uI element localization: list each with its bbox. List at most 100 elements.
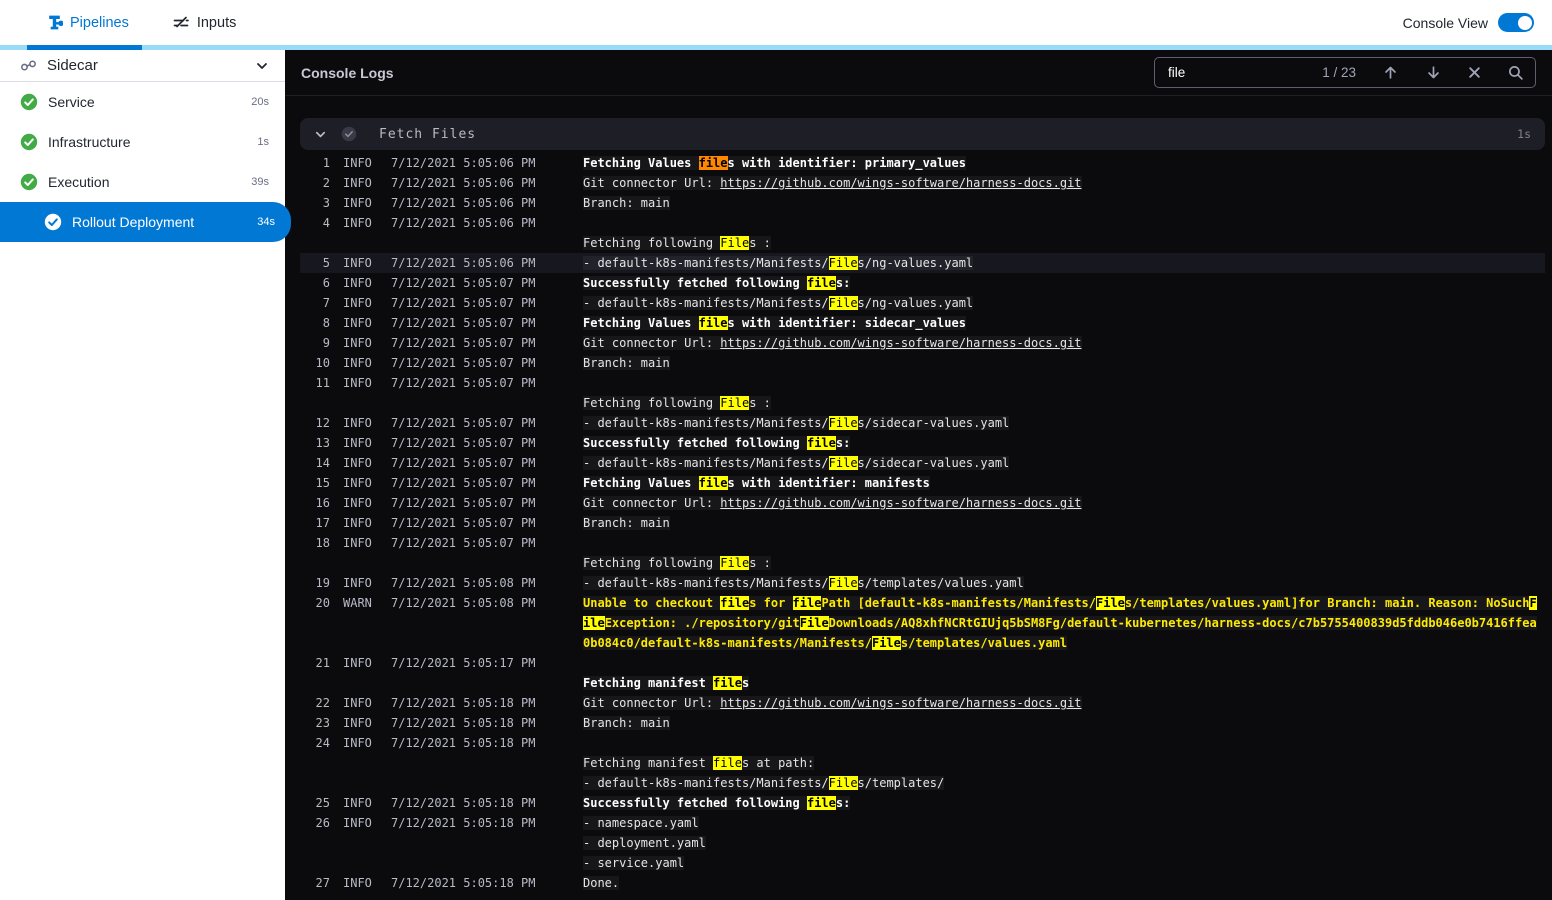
log-time (391, 773, 551, 793)
log-message: Git connector Url: https://github.com/wi… (583, 333, 1082, 353)
search-icon[interactable] (1507, 64, 1524, 81)
log-num: 25 (315, 796, 330, 810)
log-level: INFO (343, 736, 372, 750)
sidebar-step-service[interactable]: Service 20s (0, 82, 285, 122)
log-text: s/ng-values.yaml (857, 296, 974, 310)
log-row[interactable]: ileException: ./repository/gitFileDownlo… (300, 613, 1545, 633)
log-time (391, 833, 551, 853)
stage-header[interactable]: Sidecar (0, 50, 285, 82)
log-section-header[interactable]: Fetch Files 1s (300, 118, 1545, 150)
log-row[interactable]: 7 INFO 7/12/2021 5:05:07 PM - default-k8s-m… (300, 293, 1545, 313)
log-link[interactable]: https://github.com/wings-software/harnes… (720, 696, 1081, 710)
log-text: - default-k8s-manifests/Manifests/ (583, 416, 829, 430)
log-time: 7/12/2021 5:05:07 PM (391, 416, 536, 430)
log-message: Fetching following Files : (583, 393, 771, 413)
tab-pipelines-label: Pipelines (70, 14, 129, 31)
log-link[interactable]: https://github.com/wings-software/harnes… (720, 336, 1081, 350)
log-num: 16 (315, 496, 330, 510)
log-row[interactable]: Fetching manifest files (300, 673, 1545, 693)
tab-pipelines[interactable]: Pipelines (46, 14, 129, 31)
log-level: INFO (343, 176, 372, 190)
log-row[interactable]: 17 INFO 7/12/2021 5:05:07 PM Branch: main (300, 513, 1545, 533)
log-row[interactable]: 21 INFO 7/12/2021 5:05:17 PM (300, 653, 1545, 673)
log-text: - service.yaml (583, 856, 685, 870)
log-row[interactable]: Fetching manifest files at path: (300, 753, 1545, 773)
close-icon[interactable] (1468, 66, 1481, 79)
log-time: 7/12/2021 5:05:06 PM (391, 176, 536, 190)
log-time: 7/12/2021 5:05:07 PM (391, 316, 536, 330)
log-row[interactable]: 15 INFO 7/12/2021 5:05:07 PM Fetching Value… (300, 473, 1545, 493)
log-row[interactable]: 22 INFO 7/12/2021 5:05:18 PM Git connector … (300, 693, 1545, 713)
tab-inputs[interactable]: Inputs (172, 14, 236, 32)
search-input[interactable] (1166, 64, 1306, 81)
log-row[interactable]: 13 INFO 7/12/2021 5:05:07 PM Successfully f… (300, 433, 1545, 453)
log-num: 3 (322, 196, 330, 210)
sidebar-step-rollout-deployment[interactable]: Rollout Deployment 34s (0, 202, 291, 242)
log-num (300, 553, 330, 573)
log-row[interactable]: 26 INFO 7/12/2021 5:05:18 PM - namespace.ya… (300, 813, 1545, 833)
log-level: INFO (343, 536, 372, 550)
log-row[interactable]: 3 INFO 7/12/2021 5:05:06 PM Branch: main (300, 193, 1545, 213)
log-row[interactable]: 4 INFO 7/12/2021 5:05:06 PM (300, 213, 1545, 233)
log-row[interactable]: 1 INFO 7/12/2021 5:05:06 PM Fetching Values… (300, 153, 1545, 173)
log-row[interactable]: 24 INFO 7/12/2021 5:05:18 PM (300, 733, 1545, 753)
log-text: Path [default-k8s-manifests/Manifests/ (821, 596, 1096, 610)
chevron-down-icon[interactable] (255, 59, 269, 73)
log-row[interactable]: 6 INFO 7/12/2021 5:05:07 PM Successfully fe… (300, 273, 1545, 293)
log-time: 7/12/2021 5:05:06 PM (391, 256, 536, 270)
log-row[interactable]: 19 INFO 7/12/2021 5:05:08 PM - default-k8s-… (300, 573, 1545, 593)
log-row[interactable]: 2 INFO 7/12/2021 5:05:06 PM Git connector U… (300, 173, 1545, 193)
log-num: 26 (315, 816, 330, 830)
log-row[interactable]: 14 INFO 7/12/2021 5:05:07 PM - default-k8s-… (300, 453, 1545, 473)
console-view-toggle[interactable] (1498, 13, 1534, 32)
log-row[interactable]: Fetching following Files : (300, 393, 1545, 413)
log-row[interactable]: 9 INFO 7/12/2021 5:05:07 PM Git connector U… (300, 333, 1545, 353)
sidebar-step-infrastructure[interactable]: Infrastructure 1s (0, 122, 285, 162)
log-text: s : (749, 396, 771, 410)
log-text: Fetching manifest (583, 676, 714, 690)
log-level: INFO (343, 376, 372, 390)
log-text: s: (835, 276, 851, 290)
log-link[interactable]: https://github.com/wings-software/harnes… (720, 176, 1081, 190)
log-message: Git connector Url: https://github.com/wi… (583, 693, 1082, 713)
log-num: 18 (315, 536, 330, 550)
log-lines: 1 INFO 7/12/2021 5:05:06 PM Fetching Values… (300, 153, 1545, 893)
log-time: 7/12/2021 5:05:18 PM (391, 816, 536, 830)
search-match-count: 1 / 23 (1322, 65, 1356, 80)
log-row[interactable]: 12 INFO 7/12/2021 5:05:07 PM - default-k8s-… (300, 413, 1545, 433)
chevron-down-icon[interactable] (314, 128, 327, 141)
log-row[interactable]: 18 INFO 7/12/2021 5:05:07 PM (300, 533, 1545, 553)
log-row[interactable]: 23 INFO 7/12/2021 5:05:18 PM Branch: main (300, 713, 1545, 733)
log-row[interactable]: - service.yaml (300, 853, 1545, 873)
log-row[interactable]: 20 WARN 7/12/2021 5:05:08 PM Unable to chec… (300, 593, 1545, 613)
log-level (343, 633, 387, 653)
log-link[interactable]: https://github.com/wings-software/harnes… (720, 496, 1081, 510)
sidebar-step-execution[interactable]: Execution 39s (0, 162, 285, 202)
log-level (343, 833, 387, 853)
log-row[interactable]: Fetching following Files : (300, 553, 1545, 573)
search-match: file (806, 796, 836, 810)
search-match: ile (583, 616, 605, 630)
log-num: 2 (322, 176, 330, 190)
log-num (300, 613, 330, 633)
log-time: 7/12/2021 5:05:07 PM (391, 336, 536, 350)
log-row[interactable]: Fetching following Files : (300, 233, 1545, 253)
log-row[interactable]: 27 INFO 7/12/2021 5:05:18 PM Done. (300, 873, 1545, 893)
log-level: INFO (343, 336, 372, 350)
log-row[interactable]: 16 INFO 7/12/2021 5:05:07 PM Git connector … (300, 493, 1545, 513)
log-num: 23 (315, 716, 330, 730)
log-message: Successfully fetched following files: (583, 793, 851, 813)
log-row[interactable]: 8 INFO 7/12/2021 5:05:07 PM Fetching Values… (300, 313, 1545, 333)
log-row[interactable]: 0b084c0/default-k8s-manifests/Manifests/… (300, 633, 1545, 653)
log-num (300, 233, 330, 253)
log-row[interactable]: 5 INFO 7/12/2021 5:05:06 PM - default-k8s-m… (300, 253, 1545, 273)
log-row[interactable]: - deployment.yaml (300, 833, 1545, 853)
log-text: Fetching Values (583, 156, 699, 170)
log-row[interactable]: 10 INFO 7/12/2021 5:05:07 PM Branch: main (300, 353, 1545, 373)
log-row[interactable]: 11 INFO 7/12/2021 5:05:07 PM (300, 373, 1545, 393)
log-row[interactable]: 25 INFO 7/12/2021 5:05:18 PM Successfully f… (300, 793, 1545, 813)
arrow-down-icon[interactable] (1425, 64, 1442, 81)
log-row[interactable]: - default-k8s-manifests/Manifests/Files/… (300, 773, 1545, 793)
log-num: 4 (322, 216, 330, 230)
arrow-up-icon[interactable] (1382, 64, 1399, 81)
